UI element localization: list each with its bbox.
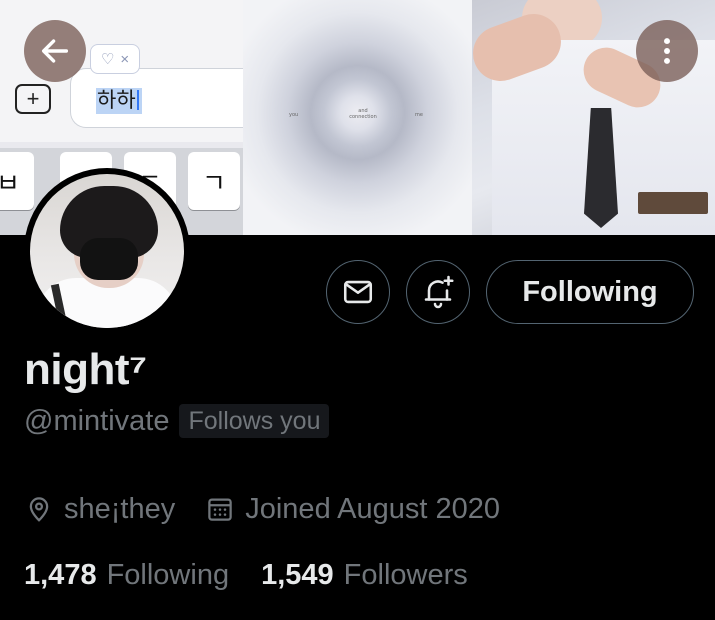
followers-stat[interactable]: 1,549 Followers xyxy=(261,556,468,594)
following-stat[interactable]: 1,478 Following xyxy=(24,556,229,594)
banner-aura-panel: you and connection me xyxy=(243,0,472,235)
text-caret xyxy=(136,90,139,110)
joined-item: Joined August 2020 xyxy=(205,490,500,528)
followers-count: 1,549 xyxy=(261,559,334,591)
following-button[interactable]: Following xyxy=(486,260,694,324)
user-handle: @mintivate xyxy=(24,405,170,437)
emoji-chip: ♡ × xyxy=(90,44,140,74)
aura-text-center: and connection xyxy=(349,108,377,120)
photo-name-badge xyxy=(638,192,708,214)
follows-you-badge: Follows you xyxy=(179,404,330,438)
close-icon: × xyxy=(120,50,130,68)
arrow-left-icon xyxy=(41,39,69,63)
location-item: she¡they xyxy=(24,490,175,528)
keyboard-key: ㅂ xyxy=(0,152,34,210)
location-text: she¡they xyxy=(64,493,176,525)
mail-icon xyxy=(343,280,373,304)
typed-text: 하하 xyxy=(96,88,142,114)
handle-row: @mintivate Follows you xyxy=(24,402,330,440)
following-count: 1,478 xyxy=(24,559,97,591)
joined-text: Joined August 2020 xyxy=(245,493,501,525)
message-button[interactable] xyxy=(326,260,390,324)
back-button[interactable] xyxy=(24,20,86,82)
avatar-mask xyxy=(80,238,138,280)
follow-stats: 1,478 Following 1,549 Followers xyxy=(24,556,468,594)
plus-box-icon: + xyxy=(15,84,51,114)
display-name: night⁷ xyxy=(24,345,147,394)
location-pin-icon xyxy=(29,497,49,522)
profile-meta: she¡they Joined August 2020 xyxy=(24,490,500,528)
following-label: Following xyxy=(106,559,230,591)
avatar-image xyxy=(30,174,184,328)
notifications-button[interactable] xyxy=(406,260,470,324)
calendar-icon xyxy=(208,498,232,521)
aura-text-right: me xyxy=(415,112,423,118)
followers-label: Followers xyxy=(343,559,468,591)
keyboard-key: ㄱ xyxy=(188,152,240,210)
bell-plus-icon xyxy=(424,275,454,309)
more-vertical-icon xyxy=(664,38,670,64)
aura-text-left: you xyxy=(289,112,299,118)
avatar[interactable] xyxy=(24,168,190,334)
more-options-button[interactable] xyxy=(636,20,698,82)
heart-outline-icon: ♡ xyxy=(100,51,115,68)
